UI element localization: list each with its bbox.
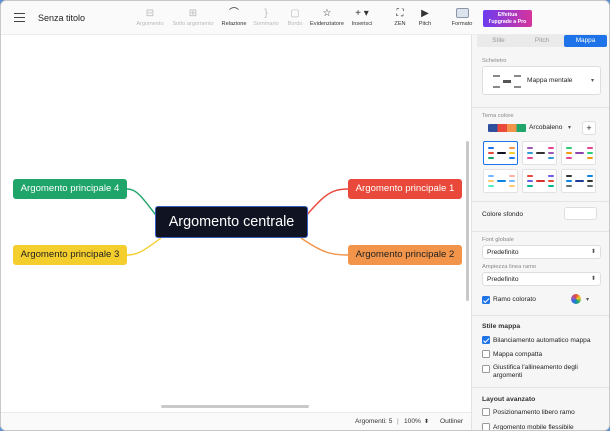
horizontal-scrollbar[interactable] xyxy=(161,405,309,408)
compact-map-label: Mappa compatta xyxy=(493,351,543,358)
free-branch-position-checkbox[interactable] xyxy=(482,408,490,416)
tool-format-button[interactable]: Formato xyxy=(440,8,484,27)
tool-subtopic-button[interactable]: ⊞ Sotto argomento xyxy=(171,8,215,27)
justify-topics-label: Giustifica l'allineamento degli xyxy=(493,364,578,371)
free-branch-position-label: Posizionamento libero ramo xyxy=(493,409,575,416)
chevron-down-icon[interactable]: ▾ xyxy=(568,124,571,131)
main-topic-node-3[interactable]: Argomento principale 3 xyxy=(13,245,127,265)
document-title: Senza titolo xyxy=(38,13,86,23)
skeleton-value: Mappa mentale xyxy=(527,77,573,84)
topics-count: Argomenti: 5 xyxy=(355,418,393,425)
colored-branch-label: Ramo colorato xyxy=(493,296,536,303)
top-toolbar: Senza titolo ⊟ Argomento ⊞ Sotto argomen… xyxy=(1,1,609,35)
theme-thumbnail[interactable] xyxy=(561,141,596,165)
status-divider: | xyxy=(397,418,399,425)
panel-tabs: Stile Pitch Mappa xyxy=(477,35,607,47)
theme-value[interactable]: Arcobaleno xyxy=(529,124,562,131)
central-topic-node[interactable]: Argomento centrale xyxy=(155,206,308,238)
theme-thumbnail[interactable] xyxy=(561,169,596,193)
theme-thumbnail[interactable] xyxy=(483,141,518,165)
divider xyxy=(472,201,609,202)
skeleton-label: Scheletro xyxy=(482,58,507,64)
vertical-scrollbar[interactable] xyxy=(466,141,469,301)
outliner-button[interactable]: Outliner xyxy=(440,418,463,425)
subtopic-icon: ⊞ xyxy=(188,8,198,19)
branch-line-2 xyxy=(300,237,349,256)
advanced-layout-heading: Layout avanzato xyxy=(482,396,536,403)
chevron-down-icon: ▾ xyxy=(591,78,595,84)
tool-topic-button[interactable]: ⊟ Argomento xyxy=(128,8,172,27)
map-style-heading: Stile mappa xyxy=(482,323,521,330)
menu-icon[interactable] xyxy=(14,13,25,22)
divider xyxy=(472,231,609,232)
zoom-stepper-icon[interactable]: ⬍ xyxy=(424,418,429,425)
zoom-level[interactable]: 100% xyxy=(404,418,421,425)
divider xyxy=(472,387,609,388)
skeleton-select[interactable]: Mappa mentale ▾ xyxy=(482,66,601,95)
format-icon xyxy=(440,8,484,20)
select-arrows-icon: ⬍ xyxy=(591,276,597,282)
bg-color-label: Colore sfondo xyxy=(482,211,524,218)
theme-thumbnail[interactable] xyxy=(483,169,518,193)
theme-thumbnail[interactable] xyxy=(522,141,557,165)
theme-thumbnail[interactable] xyxy=(522,169,557,193)
tab-pitch[interactable]: Pitch xyxy=(520,35,564,47)
app-window: Senza titolo ⊟ Argomento ⊞ Sotto argomen… xyxy=(0,0,610,431)
branch-line-1 xyxy=(300,188,349,223)
branch-width-label: Ampiezza linea ramo xyxy=(482,264,537,270)
tab-map[interactable]: Mappa xyxy=(564,35,607,47)
divider xyxy=(472,315,609,316)
theme-label: Tema colore xyxy=(482,113,514,119)
auto-balance-checkbox[interactable] xyxy=(482,336,490,344)
select-arrows-icon: ⬍ xyxy=(591,249,597,255)
branch-width-select[interactable]: Predefinito ⬍ xyxy=(482,272,601,286)
bg-color-picker[interactable] xyxy=(564,207,597,220)
font-select[interactable]: Predefinito ⬍ xyxy=(482,245,601,259)
main-topic-node-2[interactable]: Argomento principale 2 xyxy=(348,245,462,265)
justify-topics-label-cont: argomenti xyxy=(493,372,523,379)
colored-branch-checkbox[interactable] xyxy=(482,296,490,304)
branch-color-picker[interactable] xyxy=(571,294,581,304)
font-label: Font globale xyxy=(482,237,514,243)
flexible-floating-topic-checkbox[interactable] xyxy=(482,423,490,430)
upgrade-pro-button[interactable]: Effettua l'upgrade a Pro xyxy=(483,10,532,27)
auto-balance-label: Bilanciamento automatico mappa xyxy=(493,337,591,344)
branch-line-3 xyxy=(126,237,162,256)
compact-map-checkbox[interactable] xyxy=(482,350,490,358)
divider xyxy=(472,107,609,108)
main-topic-node-1[interactable]: Argomento principale 1 xyxy=(348,179,462,199)
add-theme-button[interactable]: + xyxy=(582,121,596,135)
tab-style[interactable]: Stile xyxy=(477,35,520,47)
format-panel: Stile Pitch Mappa Scheletro Mappa mental… xyxy=(471,35,609,431)
main-topic-node-4[interactable]: Argomento principale 4 xyxy=(13,179,127,199)
mind-map-layout-icon xyxy=(493,75,521,88)
topic-icon: ⊟ xyxy=(145,8,155,19)
flexible-floating-topic-label: Argomento mobile flessibile xyxy=(493,424,574,431)
status-bar: Argomenti: 5 | 100% ⬍ Outliner xyxy=(1,412,471,430)
justify-topics-checkbox[interactable] xyxy=(482,365,490,373)
chevron-down-icon[interactable]: ▾ xyxy=(586,296,589,303)
theme-swatch xyxy=(488,124,526,132)
